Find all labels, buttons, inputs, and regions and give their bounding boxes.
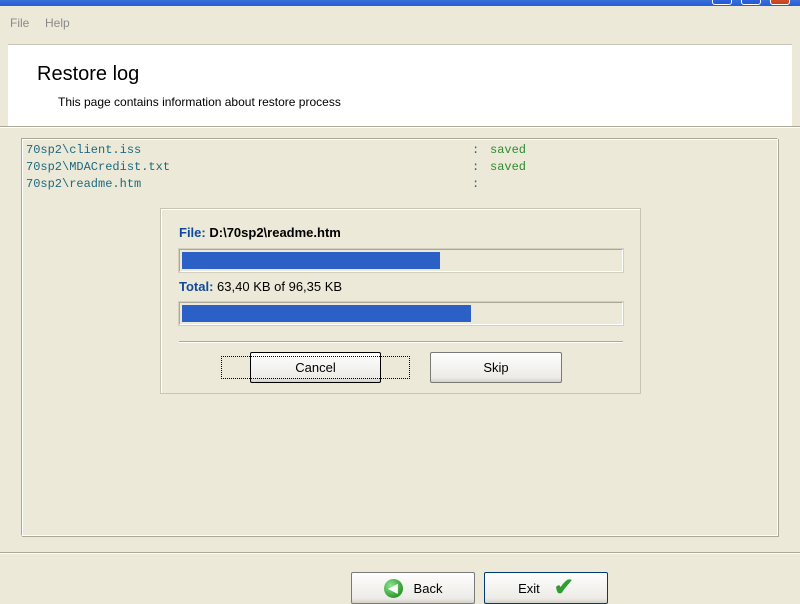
log-path: 70sp2\MDACredist.txt: [26, 160, 171, 174]
menu-help[interactable]: Help: [45, 16, 70, 30]
file-progress-bar: [179, 249, 623, 272]
page-subtitle: This page contains information about res…: [58, 95, 341, 109]
back-label: Back: [413, 580, 443, 596]
back-button[interactable]: ◀ Back: [351, 572, 475, 604]
page-header: Restore log This page contains informati…: [8, 44, 792, 126]
log-separator: :: [472, 160, 480, 174]
current-file: D:\70sp2\readme.htm: [209, 225, 341, 240]
menu-file[interactable]: File: [10, 16, 29, 30]
header-divider: [0, 126, 800, 128]
log-separator: :: [472, 177, 480, 191]
total-progress-fill: [182, 305, 472, 322]
log-path: 70sp2\readme.htm: [26, 177, 142, 191]
footer-divider: [0, 552, 800, 554]
log-separator: :: [472, 143, 480, 157]
skip-label: Skip: [483, 360, 509, 375]
page-title: Restore log: [37, 63, 140, 85]
total-progress-label: Total: 63,40 KB of 96,35 KB: [179, 279, 342, 294]
back-arrow-icon: ◀: [383, 578, 403, 598]
log-status: saved: [490, 160, 527, 174]
exit-label: Exit: [518, 580, 540, 596]
cancel-label: Cancel: [221, 356, 410, 379]
file-progress-label: File: D:\70sp2\readme.htm: [179, 225, 341, 240]
checkmark-icon: ✔: [553, 574, 574, 601]
total-progress-bar: [179, 302, 623, 325]
progress-divider: [179, 341, 623, 343]
menu-bar: File Help: [0, 6, 800, 40]
log-status: saved: [490, 143, 527, 157]
maximize-button[interactable]: [741, 0, 761, 5]
close-window-button[interactable]: [770, 0, 790, 5]
cancel-button[interactable]: Cancel: [221, 352, 410, 383]
total-value: 63,40 KB of 96,35 KB: [217, 279, 343, 294]
total-key: Total:: [179, 279, 214, 294]
log-path: 70sp2\client.iss: [26, 143, 142, 157]
minimize-button[interactable]: [712, 0, 732, 5]
file-key: File:: [179, 225, 206, 240]
file-progress-fill: [182, 252, 441, 269]
progress-dialog: File: D:\70sp2\readme.htm Total: 63,40 K…: [160, 208, 641, 394]
exit-button[interactable]: Exit ✔: [484, 572, 608, 604]
skip-button[interactable]: Skip: [430, 352, 562, 383]
